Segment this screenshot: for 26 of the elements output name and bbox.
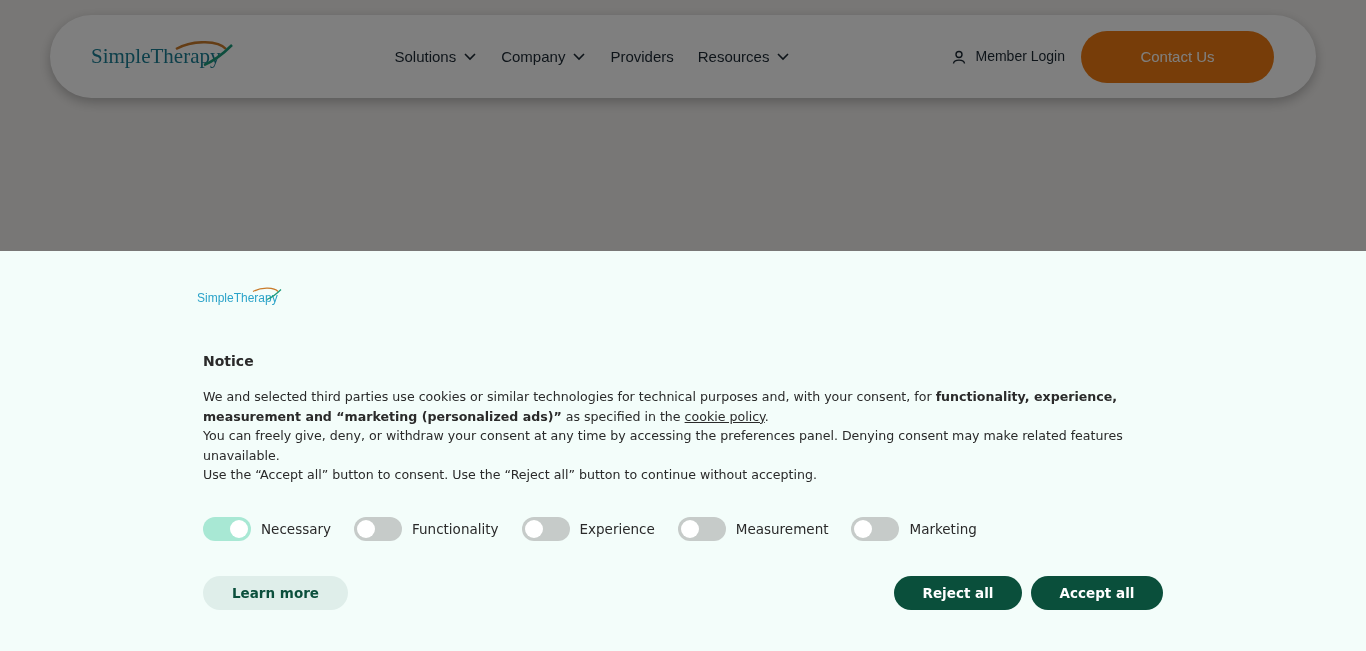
user-icon bbox=[951, 49, 966, 64]
toggle-label: Experience bbox=[579, 520, 655, 537]
toggle-label: Marketing bbox=[909, 520, 977, 537]
notice-paragraph: You can freely give, deny, or withdraw your consent at any time by accessing the preferences panel. Denying consent may make related features unavailable. bbox=[203, 427, 1124, 465]
consent-button[interactable]: Learn more bbox=[203, 575, 348, 610]
toggle-switch[interactable] bbox=[677, 516, 726, 541]
notice-paragraph: Use the “Accept all” button to consent. Use the “Reject all” button to continue without accepting. bbox=[203, 466, 818, 484]
nav-link[interactable]: Solutions bbox=[394, 48, 478, 65]
consent-button[interactable]: Accept all bbox=[1031, 575, 1163, 610]
cookie-policy-link[interactable]: cookie policy bbox=[684, 408, 765, 424]
member-login-link[interactable]: Member Login bbox=[975, 48, 1065, 65]
toggle-switch[interactable] bbox=[521, 516, 570, 541]
toggle-label: Measurement bbox=[735, 520, 829, 537]
nav-link[interactable]: Providers bbox=[610, 48, 674, 65]
toggle-switch[interactable] bbox=[203, 516, 251, 541]
toggle-label: Functionality bbox=[412, 520, 499, 537]
logo-text[interactable]: SimpleTherapy bbox=[197, 291, 278, 305]
toggle-label: Necessary bbox=[261, 520, 331, 537]
consent-button[interactable]: Reject all bbox=[894, 575, 1022, 610]
notice-paragraph: We and selected third parties use cookies or similar technologies for technical purposes and, with your consent, for functionality, experience, measurement and “marketing (personalized ads)” as specified in the cookie policy. bbox=[203, 388, 1119, 426]
toggle-switch[interactable] bbox=[354, 516, 402, 541]
logo-text[interactable]: SimpleTherapy bbox=[91, 44, 221, 69]
nav-link[interactable]: Company bbox=[501, 48, 587, 65]
nav-link[interactable]: Resources bbox=[697, 48, 791, 65]
toggle-switch[interactable] bbox=[851, 516, 900, 541]
notice-title: Notice bbox=[203, 353, 255, 369]
